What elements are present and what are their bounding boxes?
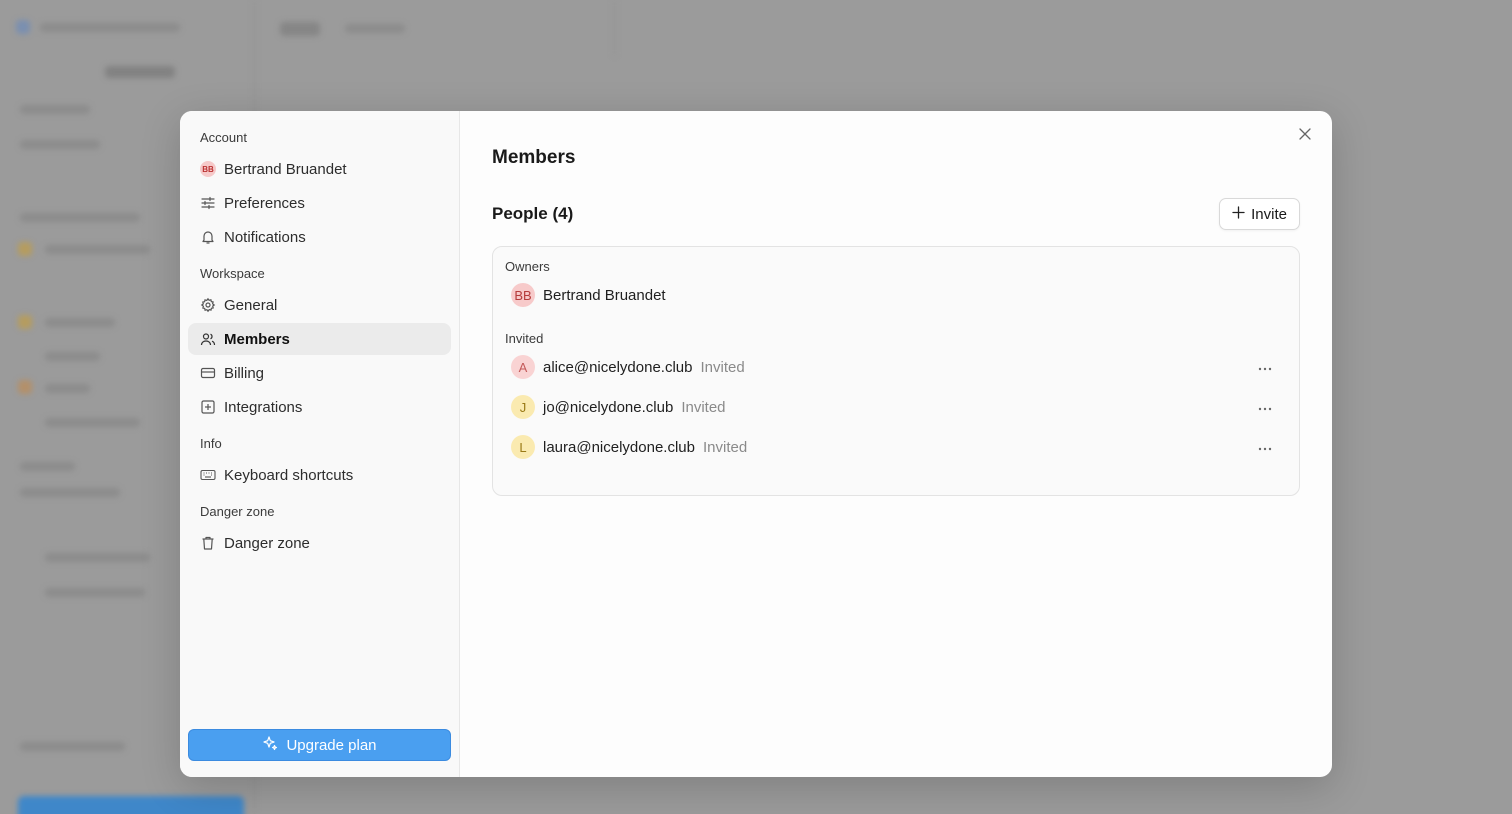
status-badge: Invited	[703, 438, 748, 456]
gear-icon	[200, 297, 216, 313]
avatar: J	[511, 395, 535, 419]
more-options-button[interactable]	[1257, 359, 1273, 375]
member-email: laura@nicelydone.club	[543, 438, 695, 456]
avatar: A	[511, 355, 535, 379]
plus-square-icon	[200, 399, 216, 415]
user-avatar-icon: BB	[200, 161, 216, 177]
more-horizontal-icon	[1258, 358, 1272, 376]
background-bar	[45, 384, 90, 393]
page-title: Members	[492, 147, 576, 168]
keyboard-icon	[200, 467, 216, 483]
avatar: L	[511, 435, 535, 459]
sparkles-icon	[262, 735, 278, 755]
sidebar-item-label: Integrations	[224, 398, 303, 416]
background-dot	[18, 242, 32, 256]
background-logo	[16, 20, 30, 34]
background-button	[18, 796, 244, 814]
sliders-icon	[200, 195, 216, 211]
owners-label: Owners	[505, 259, 550, 274]
background-bar	[45, 588, 145, 597]
upgrade-plan-label: Upgrade plan	[286, 736, 377, 754]
sidebar-item-label: Bertrand Bruandet	[224, 160, 347, 178]
background-bar	[45, 352, 100, 361]
member-email: jo@nicelydone.club	[543, 398, 674, 416]
more-horizontal-icon	[1258, 438, 1272, 456]
owner-row: BB Bertrand Bruandet	[505, 275, 1287, 315]
background-dot	[18, 380, 32, 394]
settings-modal: Account BB Bertrand Bruandet Preferences…	[180, 111, 1332, 777]
sidebar-item-profile[interactable]: BB Bertrand Bruandet	[188, 153, 451, 185]
section-label-account: Account	[200, 130, 247, 145]
section-label-info: Info	[200, 436, 222, 451]
background-bar	[20, 213, 140, 222]
section-label-danger: Danger zone	[200, 504, 275, 519]
member-email: alice@nicelydone.club	[543, 358, 693, 376]
sidebar-item-danger-zone[interactable]: Danger zone	[188, 527, 451, 559]
invited-row: A alice@nicelydone.club Invited	[505, 347, 1287, 387]
background-bar	[280, 22, 320, 36]
status-badge: Invited	[681, 398, 726, 416]
background-bar	[345, 24, 405, 33]
sidebar-item-members[interactable]: Members	[188, 323, 451, 355]
sidebar-item-label: Billing	[224, 364, 265, 382]
sidebar-item-label: Danger zone	[224, 534, 310, 552]
close-icon	[1299, 127, 1311, 145]
users-icon	[200, 331, 216, 347]
background-bar	[45, 318, 115, 327]
bell-icon	[200, 229, 216, 245]
section-label-workspace: Workspace	[200, 266, 265, 281]
sidebar-item-label: Keyboard shortcuts	[224, 466, 354, 484]
background-bar	[45, 418, 140, 427]
sidebar-item-integrations[interactable]: Integrations	[188, 391, 451, 423]
trash-icon	[200, 535, 216, 551]
members-card: Owners BB Bertrand Bruandet Invited A al…	[492, 246, 1300, 496]
more-horizontal-icon	[1258, 398, 1272, 416]
invite-button[interactable]: Invite	[1219, 198, 1300, 230]
profile-avatar: BB	[200, 161, 216, 177]
background-bar	[105, 66, 175, 78]
members-panel: Members People (4) Invite Owners BB Bert…	[460, 111, 1332, 777]
people-count-title: People (4)	[492, 204, 574, 223]
more-options-button[interactable]	[1257, 439, 1273, 455]
sidebar-item-billing[interactable]: Billing	[188, 357, 451, 389]
background-bar	[45, 245, 150, 254]
background-bar	[45, 553, 150, 562]
people-header: People (4) Invite	[492, 198, 1300, 230]
background-bar	[20, 105, 90, 114]
sidebar-item-general[interactable]: General	[188, 289, 451, 321]
background-bar	[20, 488, 120, 497]
background-topbar	[255, 0, 615, 56]
background-dot	[18, 315, 32, 329]
plus-icon	[1232, 205, 1245, 223]
invited-row: L laura@nicelydone.club Invited	[505, 427, 1287, 467]
sidebar-item-label: Notifications	[224, 228, 306, 246]
background-bar	[20, 140, 100, 149]
member-name: Bertrand Bruandet	[543, 286, 666, 304]
sidebar-item-preferences[interactable]: Preferences	[188, 187, 451, 219]
sidebar-item-label: Preferences	[224, 194, 305, 212]
background-bar	[20, 462, 75, 471]
credit-card-icon	[200, 365, 216, 381]
more-options-button[interactable]	[1257, 399, 1273, 415]
sidebar-item-label: Members	[224, 330, 290, 348]
background-bar	[40, 23, 180, 32]
invited-label: Invited	[505, 331, 544, 346]
invited-row: J jo@nicelydone.club Invited	[505, 387, 1287, 427]
avatar: BB	[511, 283, 535, 307]
upgrade-plan-button[interactable]: Upgrade plan	[188, 729, 451, 761]
invite-label: Invite	[1251, 205, 1287, 223]
close-button[interactable]	[1296, 127, 1314, 145]
status-badge: Invited	[700, 358, 745, 376]
background-bar	[20, 742, 125, 751]
sidebar-item-label: General	[224, 296, 278, 314]
sidebar-item-notifications[interactable]: Notifications	[188, 221, 451, 253]
sidebar-item-keyboard-shortcuts[interactable]: Keyboard shortcuts	[188, 459, 451, 491]
settings-sidebar: Account BB Bertrand Bruandet Preferences…	[180, 111, 460, 777]
